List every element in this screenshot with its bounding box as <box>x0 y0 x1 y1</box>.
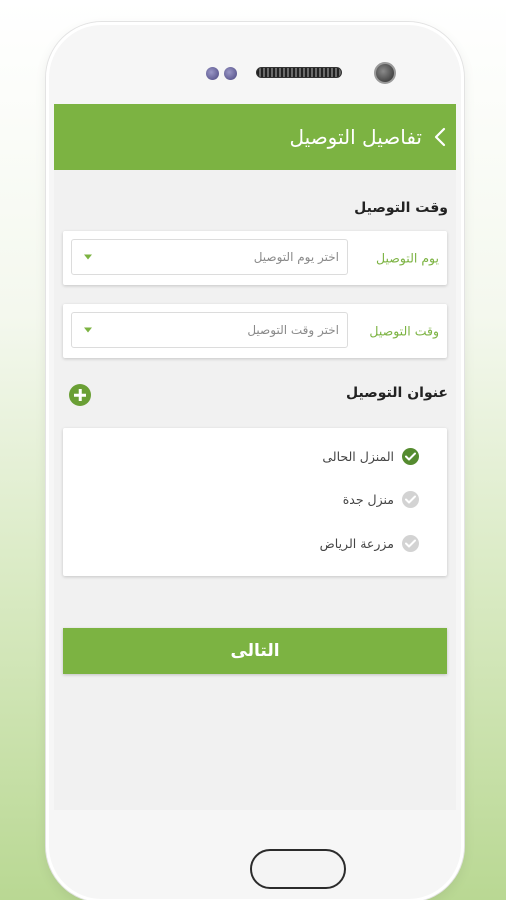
delivery-time-label: وقت التوصيل <box>369 323 439 339</box>
check-circle-icon <box>402 490 419 508</box>
delivery-time-placeholder: اختر وقت التوصيل <box>247 323 339 337</box>
address-option[interactable]: المنزل الحالى <box>322 445 419 467</box>
delivery-day-select[interactable]: اختر يوم التوصيل <box>71 239 348 275</box>
delivery-time-card: وقت التوصيل اختر وقت التوصيل <box>63 304 447 358</box>
speaker-grille <box>256 67 342 78</box>
delivery-day-placeholder: اختر يوم التوصيل <box>253 250 339 264</box>
address-list-card: المنزل الحالى منزل جدة مزرعة الرياض <box>63 428 447 576</box>
next-button[interactable]: التالى <box>63 628 447 674</box>
chevron-right-icon[interactable] <box>432 126 448 148</box>
address-option[interactable]: منزل جدة <box>343 488 419 510</box>
front-camera-icon <box>374 62 396 84</box>
address-label: المنزل الحالى <box>322 448 394 464</box>
caret-down-icon <box>84 327 92 333</box>
home-button[interactable] <box>250 849 346 889</box>
check-circle-icon <box>402 534 419 552</box>
sensor-icon <box>206 67 219 80</box>
delivery-address-title: عنوان التوصيل <box>346 385 448 401</box>
address-label: مزرعة الرياض <box>319 535 394 551</box>
plus-circle-icon[interactable] <box>69 384 91 406</box>
delivery-time-select[interactable]: اختر وقت التوصيل <box>71 312 348 348</box>
address-option[interactable]: مزرعة الرياض <box>320 532 419 554</box>
delivery-time-title: وقت التوصيل <box>354 200 448 216</box>
app-bar: تفاصيل التوصيل <box>54 104 456 170</box>
sensor-icon <box>224 67 237 80</box>
delivery-day-card: يوم التوصيل اختر يوم التوصيل <box>63 231 447 285</box>
caret-down-icon <box>84 254 92 260</box>
check-circle-icon <box>402 447 419 465</box>
delivery-day-label: يوم التوصيل <box>375 250 439 266</box>
app-screen: تفاصيل التوصيل وقت التوصيل يوم التوصيل ا… <box>54 104 456 810</box>
page-title: تفاصيل التوصيل <box>289 125 422 149</box>
address-label: منزل جدة <box>342 491 394 507</box>
